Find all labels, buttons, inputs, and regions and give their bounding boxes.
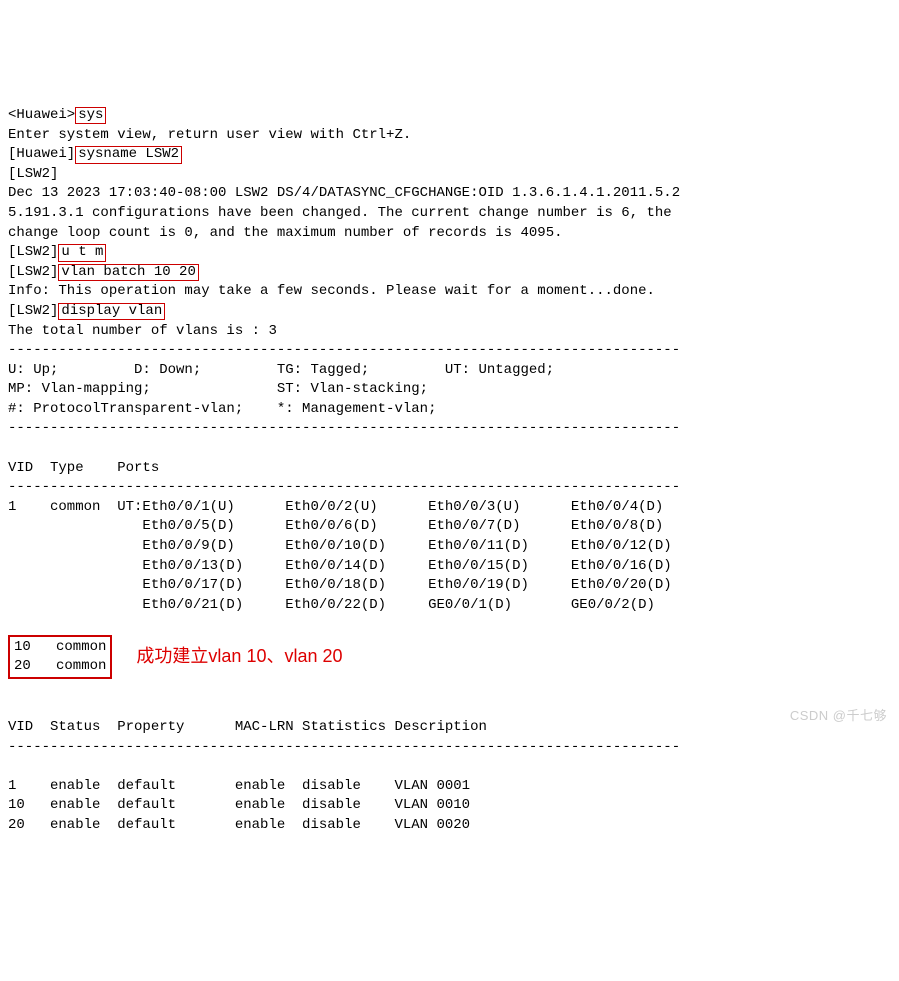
- vlan20-line: 20 common: [14, 658, 106, 674]
- ports-row-3: Eth0/0/9(D) Eth0/0/10(D) Eth0/0/11(D) Et…: [8, 538, 672, 554]
- prompt-lsw2-c: [LSW2]: [8, 303, 58, 319]
- ports-row-1: 1 common UT:Eth0/0/1(U) Eth0/0/2(U) Eth0…: [8, 499, 663, 515]
- ports-row-2: Eth0/0/5(D) Eth0/0/6(D) Eth0/0/7(D) Eth0…: [8, 518, 663, 534]
- terminal-output: <Huawei>sys Enter system view, return us…: [8, 86, 891, 615]
- divider-2: ----------------------------------------…: [8, 420, 680, 436]
- prompt-lsw2-b: [LSW2]: [8, 264, 58, 280]
- line-total-vlans: The total number of vlans is : 3: [8, 323, 277, 339]
- legend-3: #: ProtocolTransparent-vlan; *: Manageme…: [8, 401, 436, 417]
- annotation-red-note: 成功建立vlan 10、vlan 20: [136, 644, 342, 669]
- divider-4: ----------------------------------------…: [8, 739, 680, 755]
- status-row-2: 10 enable default enable disable VLAN 00…: [8, 797, 470, 813]
- status-row-3: 20 enable default enable disable VLAN 00…: [8, 817, 470, 833]
- divider: ----------------------------------------…: [8, 342, 680, 358]
- watermark: CSDN @千七够: [790, 707, 887, 725]
- cmd-vlan-batch: vlan batch 10 20: [58, 264, 198, 281]
- ports-header: VID Type Ports: [8, 460, 159, 476]
- vlan-created-row: 10 common 20 common 成功建立vlan 10、vlan 20: [8, 635, 891, 679]
- log-line-2: 5.191.3.1 configurations have been chang…: [8, 205, 672, 221]
- info-wait: Info: This operation may take a few seco…: [8, 283, 655, 299]
- prompt-lsw2-empty: [LSW2]: [8, 166, 58, 182]
- prompt-lsw2-a: [LSW2]: [8, 244, 58, 260]
- log-line-1: Dec 13 2023 17:03:40-08:00 LSW2 DS/4/DAT…: [8, 185, 680, 201]
- terminal-output-2: VID Status Property MAC-LRN Statistics D…: [8, 698, 891, 835]
- legend-2: MP: Vlan-mapping; ST: Vlan-stacking;: [8, 381, 428, 397]
- vlan-box: 10 common 20 common: [8, 635, 112, 679]
- legend-1: U: Up; D: Down; TG: Tagged; UT: Untagged…: [8, 362, 554, 378]
- cmd-sysname: sysname LSW2: [75, 146, 182, 163]
- cmd-display-vlan: display vlan: [58, 303, 165, 320]
- divider-3: ----------------------------------------…: [8, 479, 680, 495]
- ports-row-5: Eth0/0/17(D) Eth0/0/18(D) Eth0/0/19(D) E…: [8, 577, 672, 593]
- log-line-3: change loop count is 0, and the maximum …: [8, 225, 563, 241]
- ports-row-4: Eth0/0/13(D) Eth0/0/14(D) Eth0/0/15(D) E…: [8, 558, 672, 574]
- ports-row-6: Eth0/0/21(D) Eth0/0/22(D) GE0/0/1(D) GE0…: [8, 597, 655, 613]
- prompt-huawei2: [Huawei]: [8, 146, 75, 162]
- line-enter-view: Enter system view, return user view with…: [8, 127, 411, 143]
- status-row-1: 1 enable default enable disable VLAN 000…: [8, 778, 470, 794]
- vlan10-line: 10 common: [14, 639, 106, 655]
- prompt-huawei: <Huawei>: [8, 107, 75, 123]
- cmd-utm: u t m: [58, 244, 106, 261]
- cmd-sys: sys: [75, 107, 106, 124]
